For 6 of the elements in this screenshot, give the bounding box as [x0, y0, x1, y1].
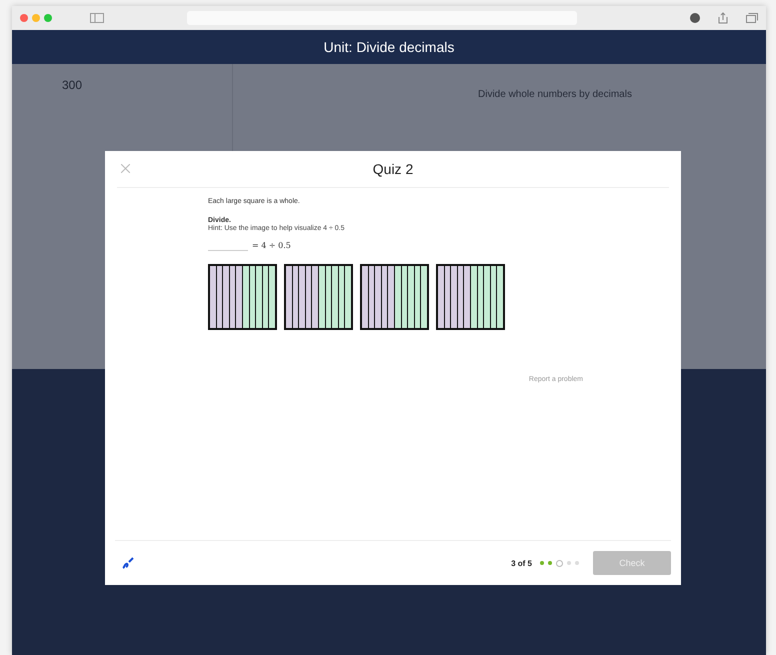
- equation-text: = 4 ÷ 0.5: [252, 241, 291, 250]
- quiz-title: Quiz 2: [372, 161, 414, 177]
- progress-text: 3 of 5: [511, 558, 532, 568]
- score-text: 300: [62, 78, 82, 92]
- unit-title: Unit: Divide decimals: [324, 39, 454, 55]
- lesson-title: Divide whole numbers by decimals: [478, 89, 632, 100]
